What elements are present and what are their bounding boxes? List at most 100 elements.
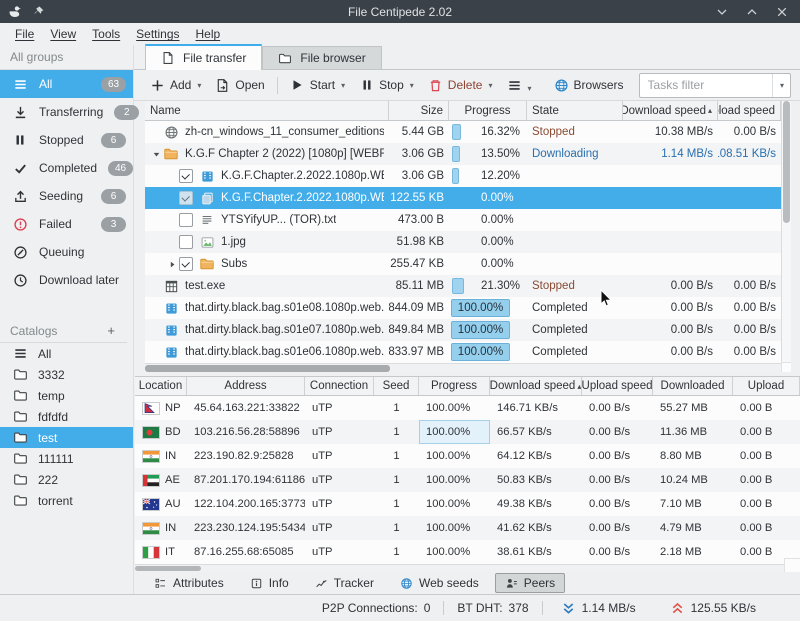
column-header-seed[interactable]: Seed — [374, 377, 419, 395]
catalog-item-torrent[interactable]: torrent — [0, 490, 133, 511]
transfer-row[interactable]: Subs255.47 KB0.00% — [145, 253, 781, 275]
minimize-button[interactable] — [714, 4, 730, 20]
sidebar-item-seeding[interactable]: Seeding6 — [0, 182, 133, 210]
peer-row[interactable]: NP45.64.163.221:33822uTP1100.00%146.71 K… — [135, 396, 800, 420]
bottom-tab-web-seeds[interactable]: Web seeds — [390, 573, 489, 593]
delete-button[interactable]: Delete▾ — [423, 75, 498, 96]
row-checkbox[interactable] — [179, 169, 193, 183]
catalog-item-test[interactable]: test — [0, 427, 133, 448]
catalog-item-111111[interactable]: 111111 — [0, 448, 133, 469]
transfer-row[interactable]: K.G.F.Chapter.2.2022.1080p.WEBRip.x…3.06… — [145, 165, 781, 187]
upload-speed-value: 125.55 KB/s — [691, 601, 756, 615]
column-header-address[interactable]: Address — [187, 377, 305, 395]
sidebar-item-label: Seeding — [39, 189, 83, 203]
bottom-tab-info[interactable]: Info — [240, 573, 299, 593]
horizontal-scrollbar[interactable] — [135, 564, 800, 572]
sidebar-item-stopped[interactable]: Stopped6 — [0, 126, 133, 154]
column-header-size[interactable]: Size — [389, 101, 449, 120]
transfer-row[interactable]: 1.jpg51.98 KB0.00% — [145, 231, 781, 253]
expander-down-icon[interactable] — [150, 150, 163, 159]
transfer-row[interactable]: zh-cn_windows_11_consumer_editions_upd…5… — [145, 121, 781, 143]
peers-panel: LocationAddressConnectionSeedProgressDow… — [135, 376, 800, 572]
menu-settings[interactable]: Settings — [129, 25, 186, 43]
maximize-button[interactable] — [744, 4, 760, 20]
bottom-tab-attributes[interactable]: Attributes — [144, 573, 234, 593]
column-header-connection[interactable]: Connection — [305, 377, 374, 395]
progress-text: 0.00% — [481, 258, 514, 270]
peer-row[interactable]: AU122.104.200.165:37738uTP1100.00%49.38 … — [135, 492, 800, 516]
tab-file-browser[interactable]: File browser — [262, 46, 381, 69]
cell-progress: 16.32% — [449, 121, 527, 143]
add-catalog-button[interactable]: + — [105, 323, 117, 338]
transfer-row[interactable]: K.G.F Chapter 2 (2022) [1080p] [WEBRip] … — [145, 143, 781, 165]
tasks-filter-input[interactable] — [640, 78, 772, 92]
vertical-scrollbar[interactable] — [781, 101, 791, 362]
filter-dropdown-button[interactable]: ▾ — [772, 74, 790, 97]
expander-right-icon[interactable] — [166, 260, 179, 269]
peer-row[interactable]: IN223.190.82.9:25828uTP1100.00%64.12 KB/… — [135, 444, 800, 468]
peer-row[interactable]: BD103.216.56.28:58896uTP1100.00%66.57 KB… — [135, 420, 800, 444]
peer-row[interactable]: AE87.201.170.194:61186uTP1100.00%50.83 K… — [135, 468, 800, 492]
folder-icon — [163, 146, 179, 162]
cell-upload-speed: 0.00 B/s — [718, 275, 781, 297]
close-button[interactable] — [774, 4, 790, 20]
stop-button[interactable]: Stop▾ — [354, 75, 419, 96]
bottom-tab-tracker[interactable]: Tracker — [305, 573, 384, 593]
column-header-progress[interactable]: Progress — [449, 101, 527, 120]
row-checkbox[interactable] — [179, 257, 193, 271]
column-header-upload[interactable]: Upload — [733, 377, 800, 395]
column-header-name[interactable]: Name — [145, 101, 389, 120]
bottom-tab-peers[interactable]: Peers — [495, 573, 565, 593]
sidebar-item-download-later[interactable]: Download later — [0, 266, 133, 294]
progress-text: 16.32% — [481, 126, 520, 138]
add-button[interactable]: Add▾ — [145, 75, 206, 96]
transfer-row[interactable]: that.dirty.black.bag.s01e08.1080p.web.h2… — [145, 297, 781, 319]
transfer-row[interactable]: that.dirty.black.bag.s01e07.1080p.web.h2… — [145, 319, 781, 341]
tab-file-transfer[interactable]: File transfer — [145, 44, 262, 70]
catalog-item-222[interactable]: 222 — [0, 469, 133, 490]
catalog-item-fdfdfd[interactable]: fdfdfd — [0, 406, 133, 427]
transfer-row[interactable]: test.exe85.11 MB21.30%Stopped0.00 B/s0.0… — [145, 275, 781, 297]
cell-download-speed: 0.00 B/s — [623, 319, 718, 341]
sidebar-item-transferring[interactable]: Transferring2 — [0, 98, 133, 126]
transfer-row[interactable]: K.G.F.Chapter.2.2022.1080p.WEBRip.x…122.… — [145, 187, 781, 209]
scrollbar-handle[interactable] — [783, 101, 790, 223]
column-header-download-speed[interactable]: Download speed▴ — [490, 377, 582, 395]
sidebar-item-queuing[interactable]: Queuing — [0, 238, 133, 266]
title-bar[interactable]: File Centipede 2.02 — [0, 0, 800, 23]
more-menu-button[interactable]: ▾ — [502, 75, 537, 96]
column-header-progress[interactable]: Progress — [419, 377, 490, 395]
catalog-item-3332[interactable]: 3332 — [0, 364, 133, 385]
menu-view[interactable]: View — [43, 25, 83, 43]
column-header-location[interactable]: Location — [135, 377, 187, 395]
menu-help[interactable]: Help — [189, 25, 228, 43]
transfer-row[interactable]: that.dirty.black.bag.s01e06.1080p.web.h2… — [145, 341, 781, 363]
row-checkbox[interactable] — [179, 191, 193, 205]
scrollbar-handle[interactable] — [135, 566, 201, 571]
catalog-item-temp[interactable]: temp — [0, 385, 133, 406]
menu-tools[interactable]: Tools — [85, 25, 127, 43]
column-header-download-speed[interactable]: Download speed▴ — [623, 101, 718, 120]
cell-upload: 0.00 B — [733, 468, 800, 492]
column-header-upload-speed[interactable]: Upload speed — [582, 377, 653, 395]
globe-icon — [163, 124, 179, 140]
horizontal-scrollbar[interactable] — [145, 363, 781, 373]
sidebar-item-failed[interactable]: Failed3 — [0, 210, 133, 238]
start-button[interactable]: Start▾ — [285, 75, 350, 96]
peer-row[interactable]: IT87.16.255.68:65085uTP1100.00%38.61 KB/… — [135, 540, 800, 564]
browsers-button[interactable]: Browsers — [549, 75, 629, 96]
row-checkbox[interactable] — [179, 213, 193, 227]
column-header-upload-speed[interactable]: Upload speed — [718, 101, 781, 120]
pin-icon[interactable] — [32, 5, 45, 18]
column-header-downloaded[interactable]: Downloaded — [653, 377, 733, 395]
transfer-row[interactable]: YTSYifyUP... (TOR).txt473.00 B0.00% — [145, 209, 781, 231]
sidebar-item-completed[interactable]: Completed46 — [0, 154, 133, 182]
column-header-state[interactable]: State — [527, 101, 623, 120]
row-checkbox[interactable] — [179, 235, 193, 249]
menu-file[interactable]: File — [8, 25, 41, 43]
sidebar-item-all[interactable]: All63 — [0, 70, 133, 98]
open-button[interactable]: Open — [210, 75, 269, 96]
catalog-item-all[interactable]: All — [0, 343, 133, 364]
peer-row[interactable]: IN223.230.124.195:54348uTP1100.00%41.62 … — [135, 516, 800, 540]
scrollbar-handle[interactable] — [145, 365, 390, 372]
